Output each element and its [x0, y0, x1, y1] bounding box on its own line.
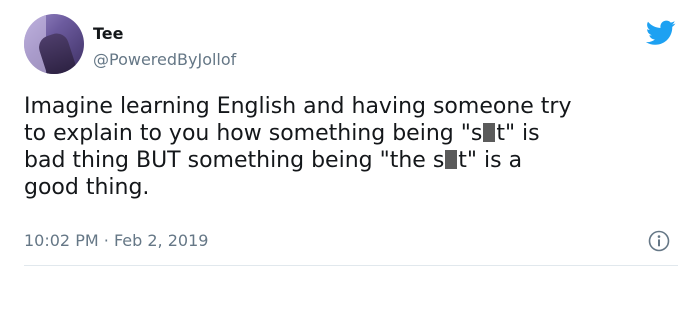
tweet-line-3-end: t" is a [458, 148, 523, 173]
info-icon[interactable] [648, 230, 670, 252]
tweet-line-2-start: to explain to you how something being "s [24, 121, 483, 146]
redaction-box [445, 150, 458, 169]
tweet-text: Imagine learning English and having some… [24, 93, 674, 201]
user-handle[interactable]: @PoweredByJollof [93, 50, 236, 70]
tweet-line-4: good thing. [24, 175, 150, 200]
tweet-timestamp[interactable]: 10:02 PM · Feb 2, 2019 [24, 230, 208, 252]
tweet-line-3-start: bad thing BUT something being "the s [24, 148, 445, 173]
display-name[interactable]: Tee [93, 24, 124, 44]
tweet-time: 10:02 PM [24, 231, 99, 250]
avatar[interactable] [24, 14, 84, 74]
redaction-box [483, 123, 496, 142]
divider [24, 265, 678, 266]
tweet-card: Tee @PoweredByJollof Imagine learning En… [0, 0, 700, 319]
meta-separator: · [103, 231, 109, 250]
tweet-line-2-end: t" is [496, 121, 540, 146]
twitter-bird-icon[interactable] [646, 20, 676, 46]
tweet-date: Feb 2, 2019 [113, 231, 209, 250]
tweet-line-1: Imagine learning English and having some… [24, 94, 572, 119]
